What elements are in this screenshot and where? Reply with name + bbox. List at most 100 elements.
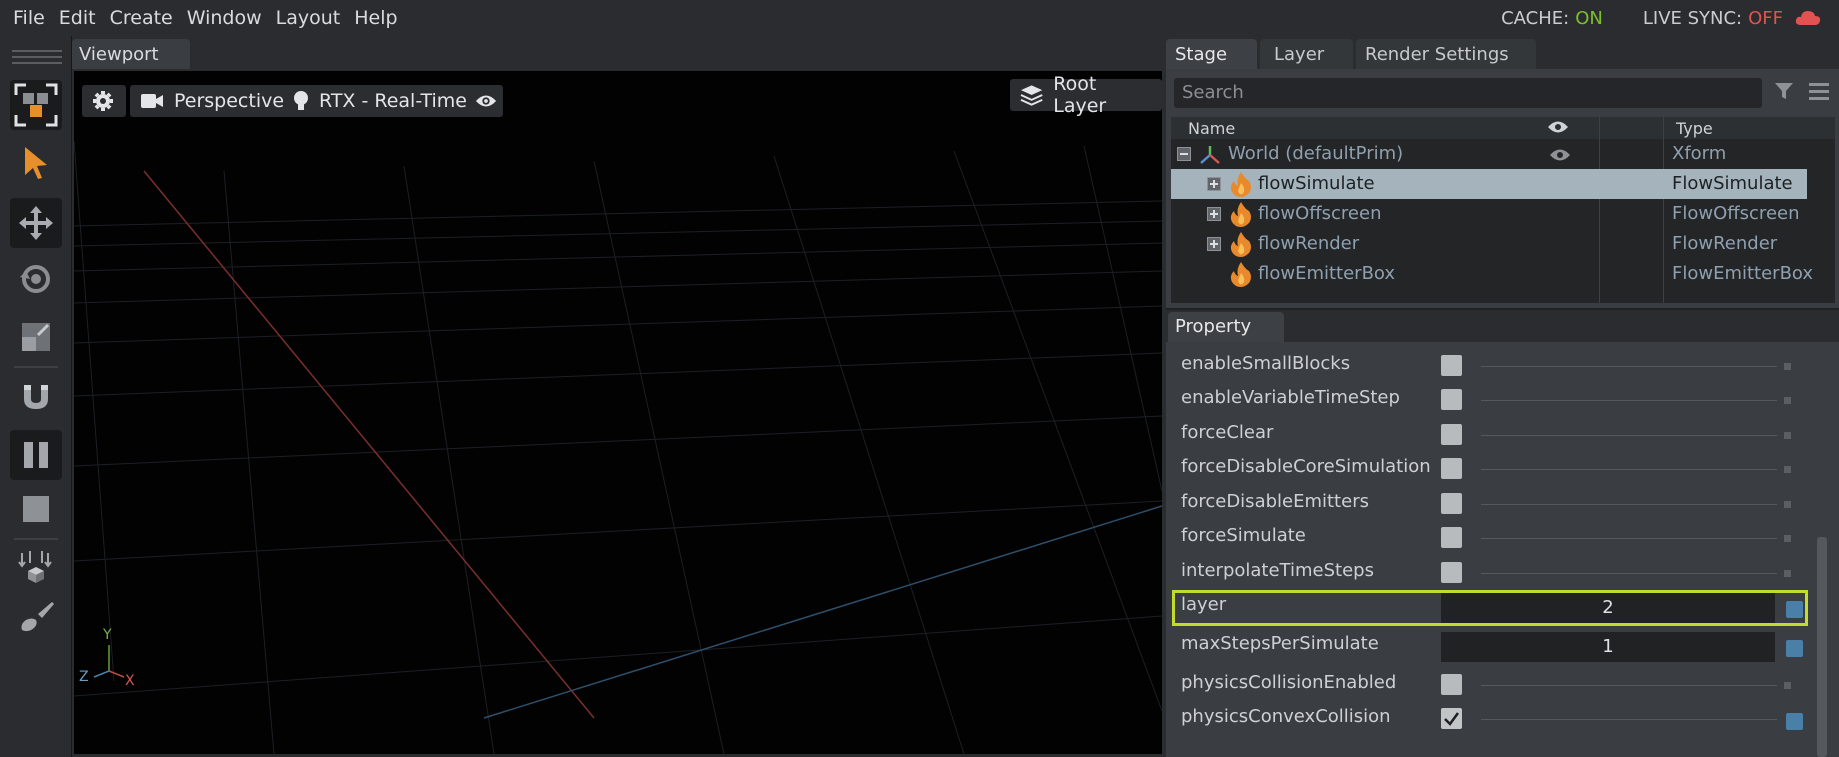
filter-icon[interactable] xyxy=(1774,81,1794,101)
property-slider-track xyxy=(1481,504,1777,505)
tab-stage[interactable]: Stage xyxy=(1166,39,1257,69)
pointer-icon[interactable] xyxy=(10,138,62,188)
drop-to-floor-icon[interactable] xyxy=(10,542,62,592)
property-checkbox[interactable] xyxy=(1441,493,1462,514)
property-row: forceDisableCoreSimulation xyxy=(1166,453,1816,487)
toolbar-grip[interactable] xyxy=(12,50,62,68)
tab-property[interactable]: Property xyxy=(1168,312,1284,342)
pause-icon[interactable] xyxy=(10,430,62,480)
toolbar-divider xyxy=(14,538,58,540)
property-scrollbar[interactable] xyxy=(1817,537,1827,757)
renderer-button[interactable]: RTX - Real-Time xyxy=(283,85,477,117)
property-slider-track xyxy=(1481,400,1777,401)
right-panels: Stage Layer Render Settings Search Name … xyxy=(1166,36,1839,757)
tab-viewport[interactable]: Viewport xyxy=(72,39,190,69)
column-type-header[interactable]: Type xyxy=(1676,119,1713,138)
camera-button[interactable]: Perspective xyxy=(130,85,295,117)
root-layer-button[interactable]: Root Layer xyxy=(1010,73,1162,117)
expand-toggle[interactable] xyxy=(1207,177,1221,191)
property-checkbox[interactable] xyxy=(1441,674,1462,695)
property-default-indicator[interactable] xyxy=(1784,363,1791,370)
live-sync-label: LIVE SYNC: xyxy=(1642,7,1743,29)
property-label: physicsConvexCollision xyxy=(1181,706,1391,727)
stop-icon[interactable] xyxy=(10,484,62,534)
property-checkbox[interactable] xyxy=(1441,458,1462,479)
hamburger-menu-icon[interactable] xyxy=(1809,82,1829,100)
checkmark-icon xyxy=(1444,712,1460,726)
property-checkbox[interactable] xyxy=(1441,355,1462,376)
expand-toggle[interactable] xyxy=(1207,207,1221,221)
flame-icon xyxy=(1230,172,1251,197)
property-row: enableVariableTimeStep xyxy=(1166,384,1816,418)
menu-create[interactable]: Create xyxy=(103,7,180,29)
property-checkbox[interactable] xyxy=(1441,424,1462,445)
tree-item-label: flowSimulate xyxy=(1258,173,1375,194)
menu-window[interactable]: Window xyxy=(180,7,269,29)
scale-icon[interactable] xyxy=(10,312,62,362)
tree-row-flowrender[interactable]: flowRender FlowRender xyxy=(1171,229,1835,259)
property-default-indicator[interactable] xyxy=(1784,466,1791,473)
visibility-button[interactable] xyxy=(469,85,503,117)
paint-brush-icon[interactable] xyxy=(10,592,62,642)
property-checkbox-checked[interactable] xyxy=(1441,708,1462,729)
stage-tree: Name Type World (defaultPrim) Xform flow… xyxy=(1171,117,1835,303)
property-default-indicator[interactable] xyxy=(1784,682,1791,689)
property-authored-indicator[interactable] xyxy=(1786,640,1803,657)
property-default-indicator[interactable] xyxy=(1784,570,1791,577)
tree-item-label: flowEmitterBox xyxy=(1258,263,1396,284)
property-slider-track xyxy=(1481,538,1777,539)
axis-y-label: Y xyxy=(103,627,112,643)
tree-row-flowemitterbox[interactable]: flowEmitterBox FlowEmitterBox xyxy=(1171,259,1835,289)
tab-render-settings[interactable]: Render Settings xyxy=(1356,39,1536,69)
tree-item-label: flowRender xyxy=(1258,233,1360,254)
tree-row-flowoffscreen[interactable]: flowOffscreen FlowOffscreen xyxy=(1171,199,1835,229)
property-checkbox[interactable] xyxy=(1441,562,1462,583)
rotate-icon[interactable] xyxy=(10,254,62,304)
snap-magnet-icon[interactable] xyxy=(10,372,62,422)
collapse-toggle[interactable] xyxy=(1177,147,1191,161)
property-default-indicator[interactable] xyxy=(1784,535,1791,542)
tree-header: Name Type xyxy=(1171,117,1835,139)
live-sync-status[interactable]: OFF xyxy=(1748,8,1783,29)
property-default-indicator[interactable] xyxy=(1784,397,1791,404)
menu-edit[interactable]: Edit xyxy=(52,7,103,29)
property-checkbox[interactable] xyxy=(1441,389,1462,410)
property-row: physicsConvexCollision xyxy=(1166,703,1816,737)
camera-label: Perspective xyxy=(174,90,285,112)
menu-help[interactable]: Help xyxy=(347,7,404,29)
viewport-canvas[interactable]: Perspective RTX - Real-Time Root Layer Y… xyxy=(74,71,1162,754)
max-steps-number-field[interactable]: 1 xyxy=(1441,632,1775,662)
tab-layer[interactable]: Layer xyxy=(1260,39,1353,69)
property-row: interpolateTimeSteps xyxy=(1166,557,1816,591)
cache-label: CACHE: xyxy=(1501,7,1570,29)
expand-toggle[interactable] xyxy=(1207,237,1221,251)
property-default-indicator[interactable] xyxy=(1784,501,1791,508)
tree-item-type: FlowRender xyxy=(1672,233,1778,254)
tree-item-type: FlowOffscreen xyxy=(1672,203,1800,224)
property-authored-indicator[interactable] xyxy=(1786,713,1803,730)
axis-gizmo: Y Z X xyxy=(74,627,144,691)
cloud-icon[interactable] xyxy=(1795,10,1821,26)
visibility-eye-icon[interactable] xyxy=(1549,148,1571,162)
column-name-header[interactable]: Name xyxy=(1188,119,1235,138)
flame-icon xyxy=(1230,262,1251,287)
menu-file[interactable]: File xyxy=(0,7,52,29)
property-label: enableVariableTimeStep xyxy=(1181,387,1400,408)
property-row: forceDisableEmitters xyxy=(1166,488,1816,522)
stage-search-input[interactable]: Search xyxy=(1174,78,1762,108)
root-layer-label: Root Layer xyxy=(1053,73,1107,117)
stage-panel: Search Name Type World (defaultPrim) Xfo… xyxy=(1166,69,1839,308)
cache-status[interactable]: ON xyxy=(1575,8,1603,29)
menu-layout[interactable]: Layout xyxy=(269,7,348,29)
axis-x-label: X xyxy=(125,673,135,689)
layers-icon xyxy=(1020,85,1043,106)
property-default-indicator[interactable] xyxy=(1784,432,1791,439)
visibility-column-eye-icon xyxy=(1548,121,1568,133)
viewport-settings-button[interactable] xyxy=(82,85,126,117)
flame-icon xyxy=(1230,232,1251,257)
select-mode-icon[interactable] xyxy=(10,80,62,130)
tree-row-flowsimulate[interactable]: flowSimulate FlowSimulate xyxy=(1171,169,1807,199)
property-checkbox[interactable] xyxy=(1441,527,1462,548)
tree-row-world[interactable]: World (defaultPrim) Xform xyxy=(1171,139,1835,169)
move-icon[interactable] xyxy=(10,198,62,248)
